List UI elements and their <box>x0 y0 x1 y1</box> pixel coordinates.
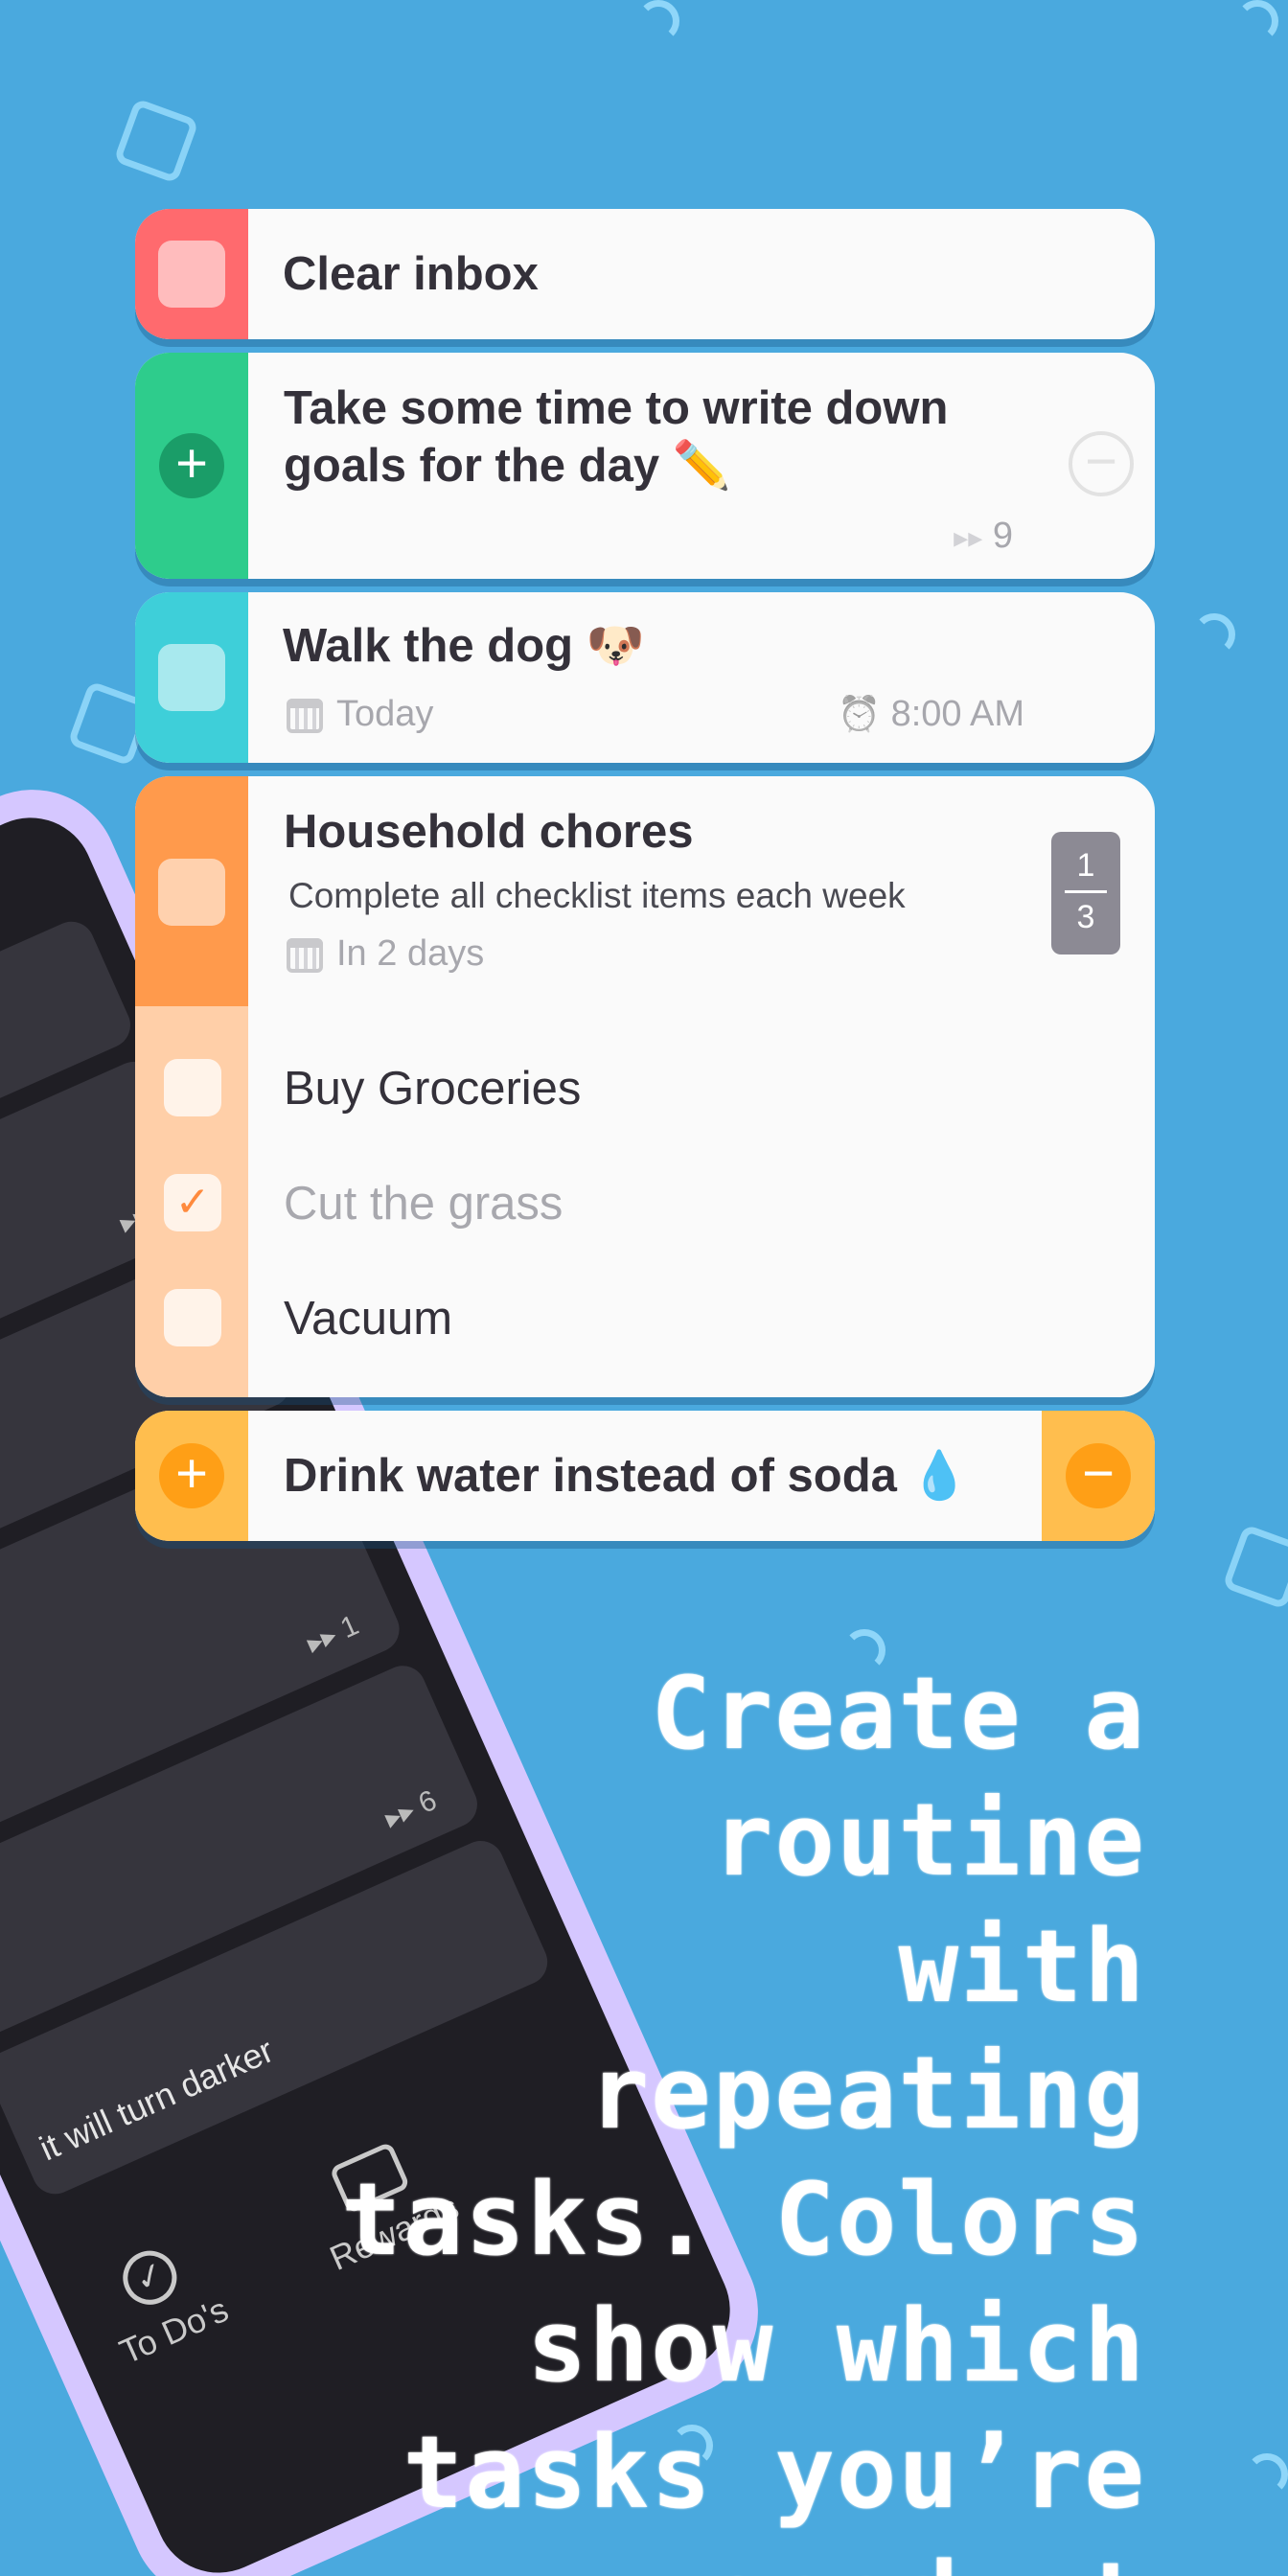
checklist-checkbox[interactable] <box>164 1289 221 1346</box>
task-checkbox[interactable] <box>158 859 225 926</box>
task-card-walk-dog[interactable]: Walk the dog 🐶 Today ⏰ 8:00 AM <box>135 592 1155 763</box>
checklist-item[interactable]: Buy Groceries <box>135 1045 1155 1140</box>
minus-button[interactable]: − <box>1066 1443 1131 1508</box>
checklist-checkbox[interactable] <box>164 1059 221 1116</box>
decorative-squiggle <box>1193 613 1235 656</box>
calendar-icon <box>287 937 323 973</box>
alarm-icon: ⏰ <box>838 694 882 733</box>
decorative-squiggle <box>1236 0 1278 42</box>
check-circle-icon: ✓ <box>114 2242 186 2313</box>
due-date-label: In 2 days <box>336 933 485 974</box>
decorative-pentagon <box>1222 1524 1288 1610</box>
checklist-checkbox-checked[interactable]: ✓ <box>164 1174 221 1231</box>
task-card-household-chores[interactable]: Household chores Complete all checklist … <box>135 776 1155 1397</box>
checklist-item[interactable]: Vacuum <box>135 1275 1155 1370</box>
decorative-pentagon <box>113 98 199 184</box>
headline-line: show which <box>526 2288 1146 2404</box>
task-title: Household chores <box>284 806 694 858</box>
habit-title-line1: Take some time to write down <box>284 382 949 434</box>
minus-button[interactable]: − <box>1069 431 1134 496</box>
progress-done: 1 <box>1076 847 1095 884</box>
promo-headline: Create a routine with repeating tasks. C… <box>284 1650 1146 2576</box>
checklist-label: Vacuum <box>284 1293 453 1345</box>
tab-todos-label: To Do's <box>113 2288 235 2372</box>
due-date: Today <box>287 694 433 735</box>
headline-line: good at <box>284 2536 1146 2576</box>
task-checkbox[interactable] <box>158 644 225 711</box>
plus-button[interactable]: + <box>159 1443 224 1508</box>
checklist-label: Cut the grass <box>284 1178 564 1230</box>
headline-line: Create a routine <box>651 1655 1146 1898</box>
reminder-time: ⏰ 8:00 AM <box>838 694 1024 735</box>
streak-count: 9 <box>992 516 1013 556</box>
due-date: In 2 days <box>287 933 484 975</box>
decorative-squiggle <box>1246 2453 1288 2496</box>
due-date-label: Today <box>336 694 434 734</box>
habit-card-write-goals[interactable]: + Take some time to write down goals for… <box>135 353 1155 579</box>
task-card-clear-inbox[interactable]: Clear inbox <box>135 209 1155 339</box>
headline-line: tasks. Colors <box>341 2161 1146 2278</box>
task-title: Walk the dog 🐶 <box>283 620 645 672</box>
habit-card-drink-water[interactable]: + Drink water instead of soda 💧 − <box>135 1411 1155 1541</box>
decorative-squiggle <box>637 0 679 42</box>
headline-line: tasks you’re <box>402 2414 1146 2531</box>
streak-counter: ▸▸ 9 <box>954 516 1013 557</box>
phone-streak-count: 1 <box>335 1609 364 1645</box>
checklist-item[interactable]: ✓ Cut the grass <box>135 1160 1155 1255</box>
streak-icon: ▸▸ <box>954 522 983 554</box>
fraction-divider <box>1065 890 1107 893</box>
task-title: Clear inbox <box>283 248 539 300</box>
task-checkbox[interactable] <box>158 241 225 308</box>
habit-title-line2: goals for the day ✏️ <box>284 440 731 492</box>
checklist-progress-badge[interactable]: 1 3 <box>1051 832 1120 954</box>
calendar-icon <box>287 698 323 733</box>
headline-line: with repeating <box>588 1908 1146 2151</box>
tab-todos[interactable]: ✓ To Do's <box>87 2230 234 2373</box>
task-notes: Complete all checklist items each week <box>288 876 906 915</box>
progress-total: 3 <box>1076 899 1095 935</box>
plus-button[interactable]: + <box>159 433 224 498</box>
habit-title: Drink water instead of soda 💧 <box>284 1450 969 1502</box>
phone-hint-text: it will turn darker <box>34 2030 280 2169</box>
checklist-label: Buy Groceries <box>284 1063 582 1115</box>
reminder-time-label: 8:00 AM <box>890 694 1024 734</box>
